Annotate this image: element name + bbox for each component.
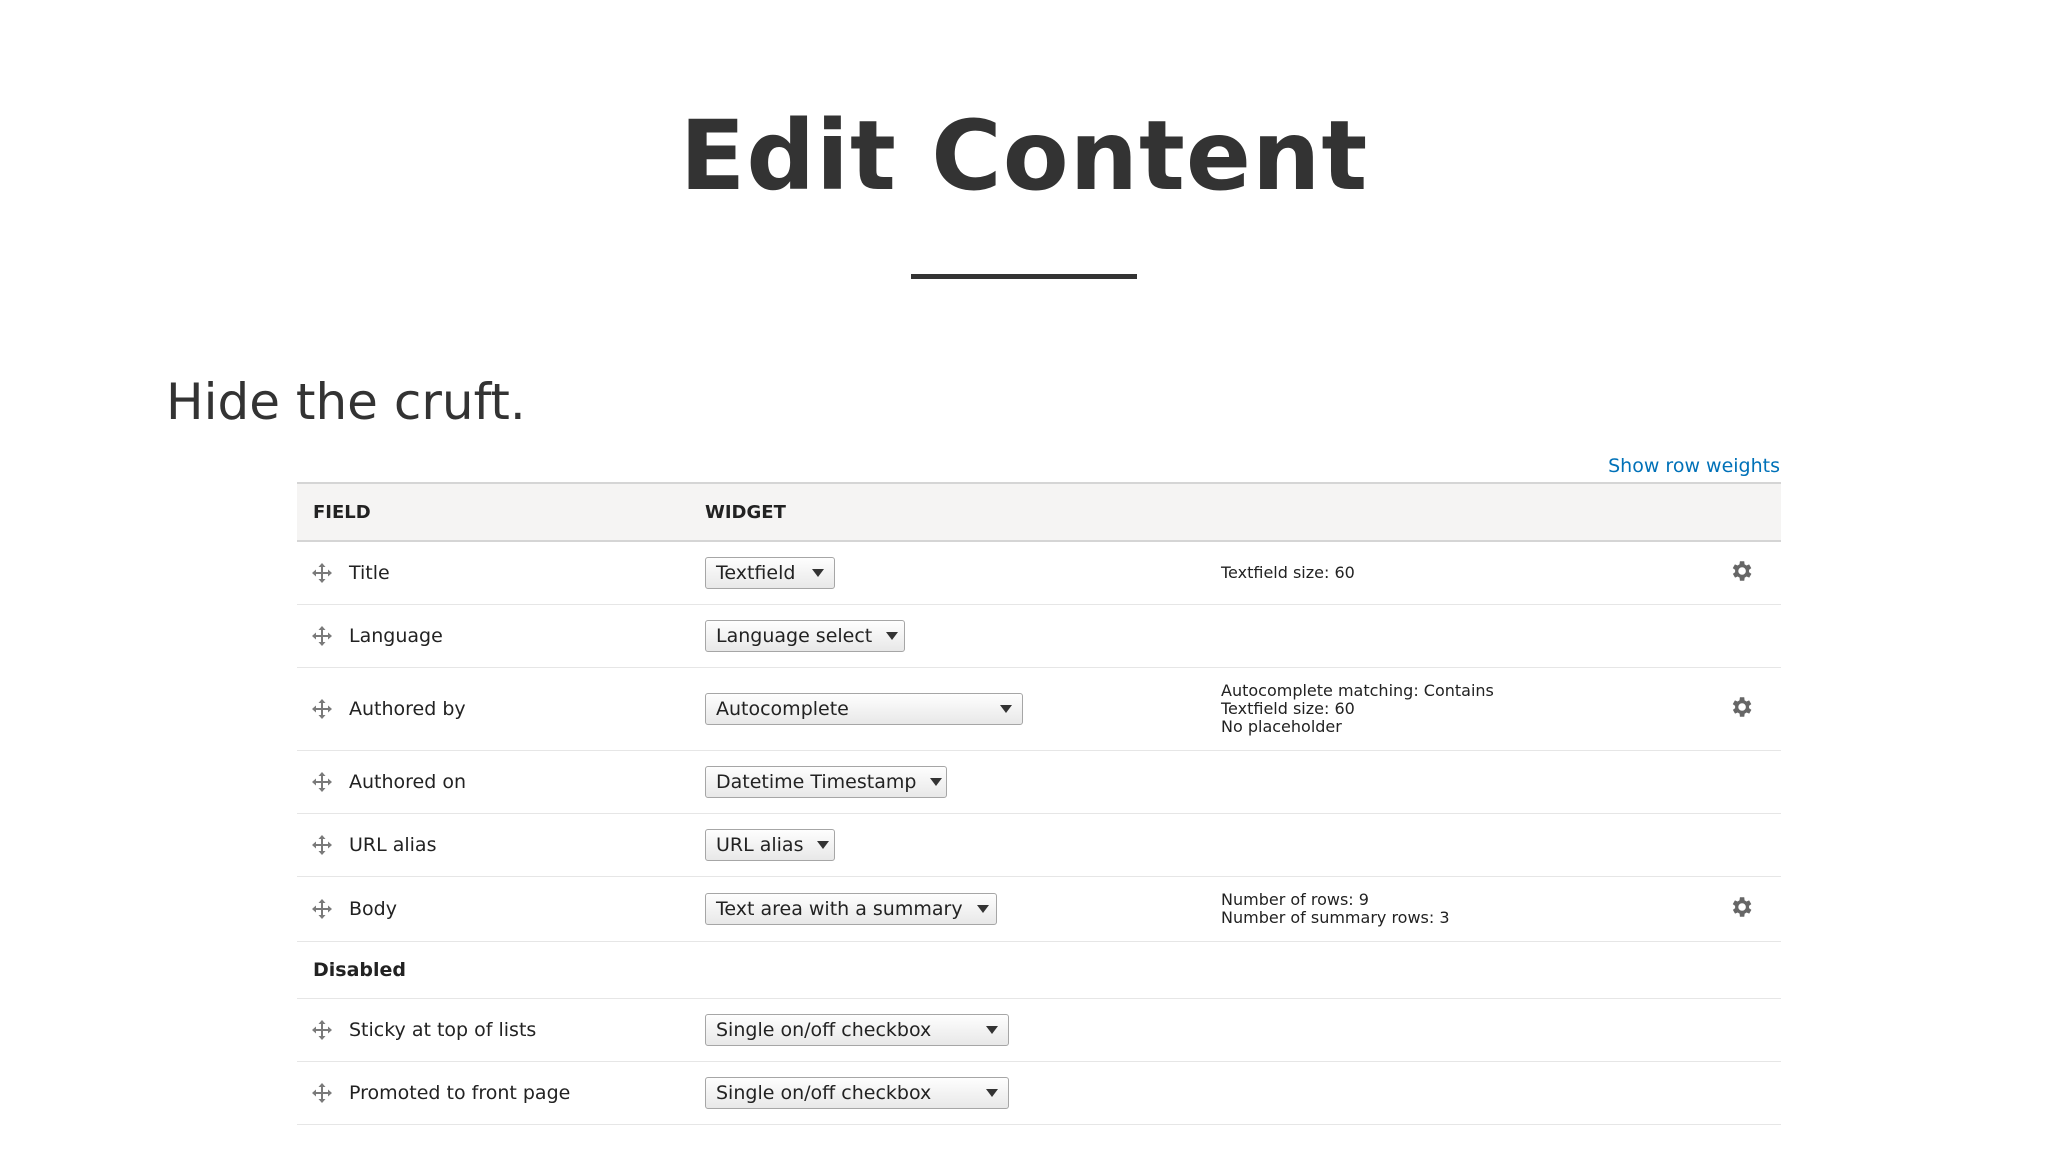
field-cell: Authored on xyxy=(297,771,689,793)
field-label-authored-on: Authored on xyxy=(349,771,467,793)
drag-handle-icon[interactable] xyxy=(311,1082,333,1104)
gear-icon[interactable] xyxy=(1728,558,1754,584)
show-row-weights-link[interactable]: Show row weights xyxy=(1608,455,1780,477)
field-label-authored-by: Authored by xyxy=(349,698,466,720)
widget-summary: Number of rows: 9 Number of summary rows:… xyxy=(1201,891,1701,927)
field-cell: Promoted to front page xyxy=(297,1082,689,1104)
summary-line: Textfield size: 60 xyxy=(1221,699,1355,718)
widget-select-value: Single on/off checkbox xyxy=(716,1082,932,1104)
widget-select-value: Text area with a summary xyxy=(716,898,963,920)
widget-select-value: Language select xyxy=(716,625,873,647)
drag-handle-icon[interactable] xyxy=(311,771,333,793)
table-row: Authored on Datetime Timestamp xyxy=(297,750,1781,814)
table-row: Title Textfield Textfield size: 60 xyxy=(297,541,1781,605)
region-title-disabled: Disabled xyxy=(313,959,407,981)
field-cell: Body xyxy=(297,898,689,920)
slide-subtitle: Hide the cruft. xyxy=(166,373,526,431)
field-cell: Sticky at top of lists xyxy=(297,1019,689,1041)
chevron-down-icon xyxy=(812,569,824,577)
table-row: URL alias URL alias xyxy=(297,813,1781,877)
field-label-body: Body xyxy=(349,898,397,920)
widget-select-promoted-to-front-page[interactable]: Single on/off checkbox xyxy=(705,1077,1009,1109)
field-label-promoted-to-front-page: Promoted to front page xyxy=(349,1082,571,1104)
widget-select-authored-by[interactable]: Autocomplete xyxy=(705,693,1023,725)
chevron-down-icon xyxy=(886,632,899,640)
field-label-language: Language xyxy=(349,625,443,647)
table-row: Authored by Autocomplete Autocomplete matc… xyxy=(297,667,1781,751)
drag-handle-icon[interactable] xyxy=(311,562,333,584)
chevron-down-icon xyxy=(1000,705,1012,713)
widget-select-value: Datetime Timestamp xyxy=(716,771,917,793)
table-row: Language Language select xyxy=(297,604,1781,668)
gear-icon[interactable] xyxy=(1728,894,1754,920)
field-cell: Language xyxy=(297,625,689,647)
field-cell: Title xyxy=(297,562,689,584)
chevron-down-icon xyxy=(986,1089,998,1097)
summary-line: Textfield size: 60 xyxy=(1221,563,1355,582)
table-row: Sticky at top of lists Single on/off chec… xyxy=(297,998,1781,1062)
header-summary xyxy=(1201,483,1701,541)
widget-select-value: URL alias xyxy=(716,834,804,856)
table-header-row: FIELD WIDGET xyxy=(297,483,1781,541)
field-cell: URL alias xyxy=(297,834,689,856)
form-widget-table: FIELD WIDGET Title Textfield Textfield siz… xyxy=(297,482,1781,1125)
widget-select-authored-on[interactable]: Datetime Timestamp xyxy=(705,766,947,798)
table-row: Promoted to front page Single on/off chec… xyxy=(297,1061,1781,1125)
widget-select-url-alias[interactable]: URL alias xyxy=(705,829,835,861)
widget-select-value: Single on/off checkbox xyxy=(716,1019,932,1041)
widget-select-value: Textfield xyxy=(716,562,796,584)
gear-icon[interactable] xyxy=(1728,694,1754,720)
widget-select-value: Autocomplete xyxy=(716,698,849,720)
widget-summary: Textfield size: 60 xyxy=(1201,564,1701,582)
field-label-sticky-at-top-of-lists: Sticky at top of lists xyxy=(349,1019,537,1041)
chevron-down-icon xyxy=(817,841,830,849)
widget-select-sticky-at-top-of-lists[interactable]: Single on/off checkbox xyxy=(705,1014,1009,1046)
summary-line: No placeholder xyxy=(1221,717,1342,736)
field-label-url-alias: URL alias xyxy=(349,834,437,856)
field-cell: Authored by xyxy=(297,698,689,720)
widget-select-body[interactable]: Text area with a summary xyxy=(705,893,997,925)
enabled-fields: Title Textfield Textfield size: 60 Language… xyxy=(297,541,1781,942)
region-row-disabled: Disabled xyxy=(297,941,1781,999)
header-operations xyxy=(1701,483,1781,541)
summary-line: Number of summary rows: 3 xyxy=(1221,908,1450,927)
drag-handle-icon[interactable] xyxy=(311,625,333,647)
drag-handle-icon[interactable] xyxy=(311,698,333,720)
slide-title: Edit Content xyxy=(679,100,1369,212)
drag-handle-icon[interactable] xyxy=(311,898,333,920)
summary-line: Autocomplete matching: Contains xyxy=(1221,681,1494,700)
chevron-down-icon xyxy=(976,905,989,913)
widget-select-language[interactable]: Language select xyxy=(705,620,905,652)
header-field: FIELD xyxy=(313,501,371,523)
chevron-down-icon xyxy=(930,778,943,786)
drag-handle-icon[interactable] xyxy=(311,1019,333,1041)
widget-select-title[interactable]: Textfield xyxy=(705,557,835,589)
chevron-down-icon xyxy=(986,1026,998,1034)
summary-line: Number of rows: 9 xyxy=(1221,890,1369,909)
widget-summary: Autocomplete matching: Contains Textfield… xyxy=(1201,682,1701,736)
disabled-fields: Disabled Sticky at top of lists Single on/… xyxy=(297,941,1781,1125)
field-label-title: Title xyxy=(349,562,390,584)
title-underline xyxy=(911,274,1137,279)
drag-handle-icon[interactable] xyxy=(311,834,333,856)
header-widget: WIDGET xyxy=(705,501,786,523)
table-row: Body Text area with a summary Number of ro… xyxy=(297,876,1781,942)
